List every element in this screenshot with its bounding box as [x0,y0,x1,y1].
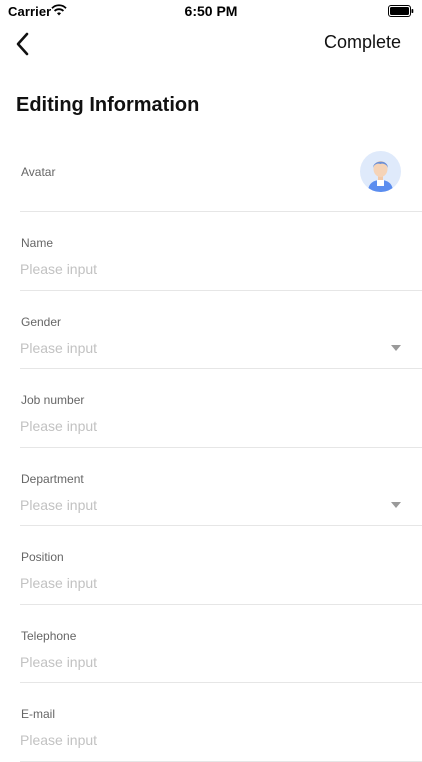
edit-form: Avatar Name Gender Job number Department… [20,133,422,762]
user-avatar-icon [368,161,393,192]
position-input[interactable] [20,573,380,593]
job-number-field-row: Job number [20,369,422,448]
dropdown-caret-icon[interactable] [391,501,401,508]
dropdown-caret-icon[interactable] [391,344,401,351]
status-time: 6:50 PM [184,3,238,19]
avatar[interactable] [360,151,401,192]
telephone-label: Telephone [21,628,77,643]
gender-label: Gender [21,314,62,329]
name-input[interactable] [20,259,380,279]
page-title: Editing Information [16,94,200,116]
gender-select[interactable] [20,337,380,358]
job-number-input[interactable] [20,416,380,436]
email-label: E-mail [21,707,56,721]
gender-field-row[interactable]: Gender [20,291,422,369]
telephone-input[interactable] [20,651,380,672]
email-input[interactable] [20,730,380,750]
avatar-label: Avatar [21,165,56,179]
nav-bar: Complete [0,22,422,66]
status-bar: Carrier 6:50 PM [0,0,422,22]
name-label: Name [21,236,54,250]
position-label: Position [21,550,64,564]
chevron-left-icon [16,32,29,56]
back-button[interactable] [8,28,36,60]
telephone-field-row: Telephone [20,605,422,683]
department-field-row[interactable]: Department [20,448,422,526]
job-number-label: Job number [21,393,85,407]
battery-icon [388,5,414,17]
position-field-row: Position [20,526,422,605]
department-select[interactable] [20,494,380,515]
avatar-row[interactable]: Avatar [20,133,422,212]
name-field-row: Name [20,212,422,291]
complete-button[interactable]: Complete [324,32,401,53]
department-label: Department [21,471,84,486]
